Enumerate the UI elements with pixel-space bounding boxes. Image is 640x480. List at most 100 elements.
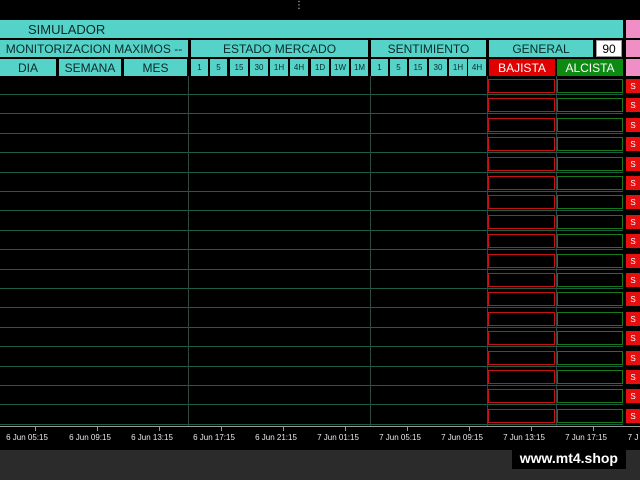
sell-button[interactable]: S	[626, 273, 640, 287]
estado-tf-1m[interactable]: 1M	[351, 59, 368, 76]
general-header: GENERAL	[489, 40, 593, 57]
sell-button[interactable]: S	[626, 389, 640, 403]
time-tick	[97, 427, 98, 431]
estado-tf-1h[interactable]: 1H	[270, 59, 288, 76]
alcista-signal-box	[557, 98, 623, 112]
sentimiento-tf-30[interactable]: 30	[429, 59, 447, 76]
sentimiento-tf-15[interactable]: 15	[409, 59, 427, 76]
bajista-signal-box	[488, 312, 555, 326]
alcista-signal-box	[557, 312, 623, 326]
alcista-signal-box	[557, 409, 623, 423]
alcista-signal-box	[557, 157, 623, 171]
bajista-signal-box	[488, 292, 555, 306]
sentimiento-tf-4h[interactable]: 4H	[468, 59, 486, 76]
sentimiento-tf-5-label: 5	[396, 63, 401, 72]
grid-row-line	[0, 210, 623, 211]
simulator-label: SIMULADOR	[28, 21, 106, 37]
grid-row-line	[0, 172, 623, 173]
time-tick	[531, 427, 532, 431]
monitorizacion-header-label: MONITORIZACION MAXIMOS --	[5, 41, 183, 56]
sentimiento-tf-1h-label: 1H	[452, 63, 464, 72]
time-label: 6 Jun 21:15	[255, 433, 297, 442]
watermark: www.mt4.shop	[511, 447, 626, 469]
time-label: 7 Jun 09:15	[441, 433, 483, 442]
estado-tf-1w[interactable]: 1W	[331, 59, 349, 76]
general-value-field[interactable]: 90	[596, 40, 622, 57]
tab-mes-label: MES	[142, 60, 169, 75]
grid-row-line	[0, 307, 623, 308]
sentimiento-tf-1h[interactable]: 1H	[449, 59, 467, 76]
general-value: 90	[602, 41, 616, 56]
alcista-signal-box	[557, 254, 623, 268]
grid-row-line	[0, 113, 623, 114]
time-tick	[345, 427, 346, 431]
estado-tf-30[interactable]: 30	[250, 59, 268, 76]
tab-dia[interactable]: DIA	[0, 59, 56, 76]
column-separator	[487, 76, 488, 426]
time-tick	[35, 427, 36, 431]
tab-dia-label: DIA	[17, 60, 38, 75]
sentimiento-tf-5[interactable]: 5	[390, 59, 407, 76]
alcista-signal-box	[557, 195, 623, 209]
bajista-label: BAJISTA	[498, 60, 546, 75]
estado-mercado-header-label: ESTADO MERCADO	[222, 41, 337, 56]
sentimiento-tf-4h-label: 4H	[471, 63, 483, 72]
sell-button[interactable]: S	[626, 234, 640, 248]
estado-tf-4h-label: 4H	[293, 63, 305, 72]
alcista-signal-box	[557, 351, 623, 365]
sell-button[interactable]: S	[626, 176, 640, 190]
alcista-signal-box	[557, 137, 623, 151]
alcista-signal-box	[557, 215, 623, 229]
time-tick	[469, 427, 470, 431]
estado-tf-1d[interactable]: 1D	[311, 59, 329, 76]
alcista-signal-box	[557, 234, 623, 248]
time-label: 6 Jun 13:15	[131, 433, 173, 442]
sell-button[interactable]: S	[626, 292, 640, 306]
tab-semana-label: SEMANA	[64, 60, 116, 75]
tab-semana[interactable]: SEMANA	[59, 59, 121, 76]
sell-button[interactable]: S	[626, 215, 640, 229]
column-separator	[188, 76, 189, 426]
alcista-header: ALCISTA	[557, 59, 623, 76]
estado-tf-15[interactable]: 15	[230, 59, 248, 76]
general-header-label: GENERAL	[512, 41, 570, 56]
time-tick	[407, 427, 408, 431]
sell-button[interactable]: S	[626, 157, 640, 171]
bajista-signal-box	[488, 137, 555, 151]
estado-tf-1w-label: 1W	[334, 63, 346, 72]
column-separator	[556, 76, 557, 426]
sell-button[interactable]: S	[626, 137, 640, 151]
alcista-label: ALCISTA	[565, 60, 615, 75]
sell-button[interactable]: S	[626, 370, 640, 384]
sentimiento-tf-1[interactable]: 1	[371, 59, 388, 76]
bajista-signal-box	[488, 234, 555, 248]
estado-tf-4h[interactable]: 4H	[290, 59, 308, 76]
simulator-side-swatch	[626, 20, 640, 38]
sell-button[interactable]: S	[626, 118, 640, 132]
bajista-signal-box	[488, 254, 555, 268]
time-tick	[593, 427, 594, 431]
sentimiento-tf-1-label: 1	[377, 63, 382, 72]
simulator-button[interactable]: SIMULADOR	[0, 20, 623, 38]
estado-tf-1[interactable]: 1	[191, 59, 208, 76]
sell-button[interactable]: S	[626, 254, 640, 268]
sell-button[interactable]: S	[626, 351, 640, 365]
sell-button[interactable]: S	[626, 98, 640, 112]
grid-row-line	[0, 94, 623, 95]
estado-tf-1-label: 1	[197, 63, 202, 72]
bajista-signal-box	[488, 370, 555, 384]
column-separator	[370, 76, 371, 426]
drag-handle-icon[interactable]: ⋮	[294, 1, 304, 18]
grid-row-line	[0, 327, 623, 328]
sell-button[interactable]: S	[626, 331, 640, 345]
sell-button[interactable]: S	[626, 409, 640, 423]
alcista-signal-box	[557, 118, 623, 132]
grid-row-line	[0, 346, 623, 347]
time-label: 7 Jun 17:15	[565, 433, 607, 442]
tab-mes[interactable]: MES	[124, 59, 187, 76]
sell-button[interactable]: S	[626, 79, 640, 93]
bajista-signal-box	[488, 118, 555, 132]
sell-button[interactable]: S	[626, 312, 640, 326]
estado-tf-5[interactable]: 5	[210, 59, 227, 76]
sell-button[interactable]: S	[626, 195, 640, 209]
